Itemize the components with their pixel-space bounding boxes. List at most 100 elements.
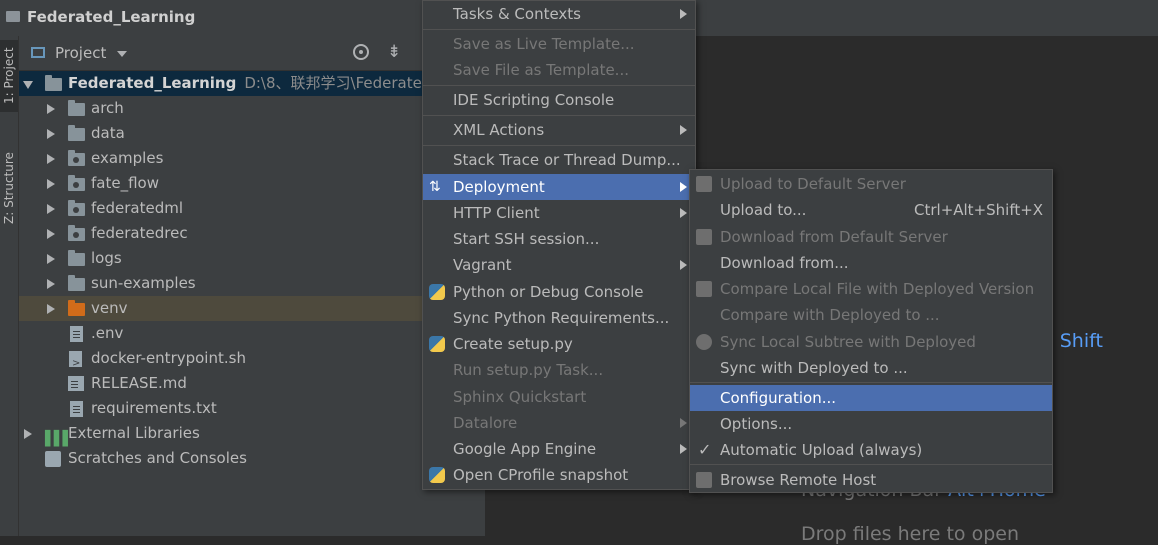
locate-file-icon[interactable] [353, 44, 369, 60]
menu-item-label: Upload to... [720, 201, 807, 219]
shell-file-icon [69, 351, 82, 376]
menu-separator [423, 145, 695, 146]
menu-item-label: Tasks & Contexts [453, 5, 581, 23]
menu-item-open-cprofile[interactable]: Open CProfile snapshot [423, 462, 695, 488]
expand-arrow-icon[interactable] [47, 254, 55, 264]
tree-row[interactable]: arch [19, 96, 424, 121]
tree-row-root[interactable]: Federated_Learning D:\8、联邦学习\Federated_L [19, 71, 447, 96]
menu-item-start-ssh[interactable]: Start SSH session... [423, 226, 695, 252]
tree-row[interactable]: venv [19, 296, 424, 321]
checkmark-icon: ✓ [698, 440, 712, 459]
menu-item-label: Automatic Upload (always) [720, 441, 923, 459]
menu-item-deployment[interactable]: ⇅ Deployment [423, 174, 695, 200]
menu-item-google-app-engine[interactable]: Google App Engine [423, 436, 695, 462]
tree-row[interactable]: .env [19, 321, 424, 346]
menu-item-sync-local-subtree[interactable]: Sync Local Subtree with Deployed [690, 329, 1052, 355]
expand-arrow-icon[interactable] [47, 279, 55, 289]
tree-label: federatedml [91, 199, 184, 217]
submenu-arrow-icon [680, 182, 687, 192]
tree-row[interactable]: federatedml [19, 196, 424, 221]
expand-arrow-icon[interactable] [47, 304, 55, 314]
menu-separator [423, 115, 695, 116]
tree-row[interactable]: requirements.txt [19, 396, 424, 421]
tree-row[interactable]: sun-examples [19, 271, 424, 296]
menu-item-configuration[interactable]: Configuration... [690, 385, 1052, 411]
deployment-icon: ⇅ [429, 179, 441, 195]
tree-row[interactable]: federatedrec [19, 221, 424, 246]
project-panel-header: Project ⇟ [19, 36, 485, 71]
menu-item-datalore[interactable]: Datalore [423, 410, 695, 436]
tree-label: arch [91, 99, 124, 117]
tree-row[interactable]: Scratches and Consoles [19, 446, 424, 471]
menu-item-save-file-template[interactable]: Save File as Template... [423, 57, 695, 83]
window-title: Federated_Learning [27, 8, 196, 26]
menu-item-sync-requirements[interactable]: Sync Python Requirements... [423, 305, 695, 331]
menu-item-sphinx-quickstart[interactable]: Sphinx Quickstart [423, 384, 695, 410]
menu-item-create-setup[interactable]: Create setup.py [423, 331, 695, 357]
menu-item-label: Vagrant [453, 256, 512, 274]
menu-item-label: Open CProfile snapshot [453, 466, 629, 484]
tree-row[interactable]: ▌▌▌ External Libraries [19, 421, 424, 447]
menu-item-label: Python or Debug Console [453, 283, 644, 301]
menu-item-xml-actions[interactable]: XML Actions [423, 117, 695, 143]
chevron-down-icon[interactable] [117, 51, 127, 57]
expand-arrow-icon[interactable] [47, 229, 55, 239]
expand-arrow-icon[interactable] [47, 104, 55, 114]
menu-item-options[interactable]: Options... [690, 411, 1052, 437]
tab-structure[interactable]: Z: Structure [0, 148, 18, 228]
tree-row[interactable]: fate_flow [19, 171, 424, 196]
menu-item-automatic-upload[interactable]: ✓ Automatic Upload (always) [690, 437, 1052, 463]
menu-item-upload-default[interactable]: Upload to Default Server [690, 171, 1052, 197]
menu-item-http-client[interactable]: HTTP Client [423, 200, 695, 226]
tree-label: Scratches and Consoles [68, 449, 247, 467]
tree-label: fate_flow [91, 174, 159, 192]
menu-item-sync-deployed[interactable]: Sync with Deployed to ... [690, 355, 1052, 381]
menu-item-label: Sync with Deployed to ... [720, 359, 908, 377]
tree-label: .env [91, 324, 124, 342]
collapse-all-icon[interactable]: ⇟ [387, 42, 401, 62]
folder-icon [68, 100, 85, 116]
menu-item-label: Download from Default Server [720, 228, 948, 246]
python-file-icon [429, 336, 445, 352]
tree-row[interactable]: RELEASE.md [19, 371, 424, 396]
menu-item-stack-trace[interactable]: Stack Trace or Thread Dump... [423, 147, 695, 173]
remote-host-icon [696, 472, 712, 488]
tree-row[interactable]: docker-entrypoint.sh [19, 346, 424, 376]
folder-icon [68, 125, 85, 141]
menu-item-python-console[interactable]: Python or Debug Console [423, 279, 695, 305]
project-view-selector[interactable]: Project [55, 44, 106, 62]
tree-label: examples [91, 149, 164, 167]
folder-icon [68, 250, 85, 266]
menu-item-compare-deployed[interactable]: Compare with Deployed to ... [690, 302, 1052, 328]
menu-item-label: Sync Python Requirements... [453, 309, 670, 327]
tree-row[interactable]: logs [19, 246, 424, 271]
tree-label: RELEASE.md [91, 374, 187, 392]
menu-item-tasks-contexts[interactable]: Tasks & Contexts [423, 1, 695, 27]
menu-item-download-from[interactable]: Download from... [690, 250, 1052, 276]
expand-arrow-icon[interactable] [47, 154, 55, 164]
menu-item-vagrant[interactable]: Vagrant [423, 252, 695, 278]
expand-arrow-icon[interactable] [47, 179, 55, 189]
tree-label: External Libraries [68, 424, 200, 442]
tree-label: requirements.txt [91, 399, 217, 417]
menu-item-label: Options... [720, 415, 793, 433]
tree-row[interactable]: data [19, 121, 424, 146]
menu-item-browse-remote-host[interactable]: Browse Remote Host [690, 467, 1052, 493]
expand-arrow-icon[interactable] [24, 429, 32, 439]
menu-separator [690, 382, 1052, 383]
menu-item-ide-scripting-console[interactable]: IDE Scripting Console [423, 87, 695, 113]
expand-arrow-icon[interactable] [47, 129, 55, 139]
drop-files-hint: Drop files here to open [801, 523, 1020, 545]
expand-arrow-icon[interactable] [47, 204, 55, 214]
menu-item-run-setup-task[interactable]: Run setup.py Task... [423, 357, 695, 383]
menu-item-download-default[interactable]: Download from Default Server [690, 224, 1052, 250]
tree-label: logs [91, 249, 122, 267]
menu-item-upload-to[interactable]: Upload to... Ctrl+Alt+Shift+X [690, 197, 1052, 223]
expand-arrow-icon[interactable] [23, 81, 33, 89]
menu-item-save-live-template[interactable]: Save as Live Template... [423, 31, 695, 57]
tab-project[interactable]: 1: Project [0, 40, 18, 112]
menu-item-label: Google App Engine [453, 440, 597, 458]
file-icon [70, 326, 83, 342]
menu-item-compare-local[interactable]: Compare Local File with Deployed Version [690, 276, 1052, 302]
tree-row[interactable]: examples [19, 146, 424, 171]
